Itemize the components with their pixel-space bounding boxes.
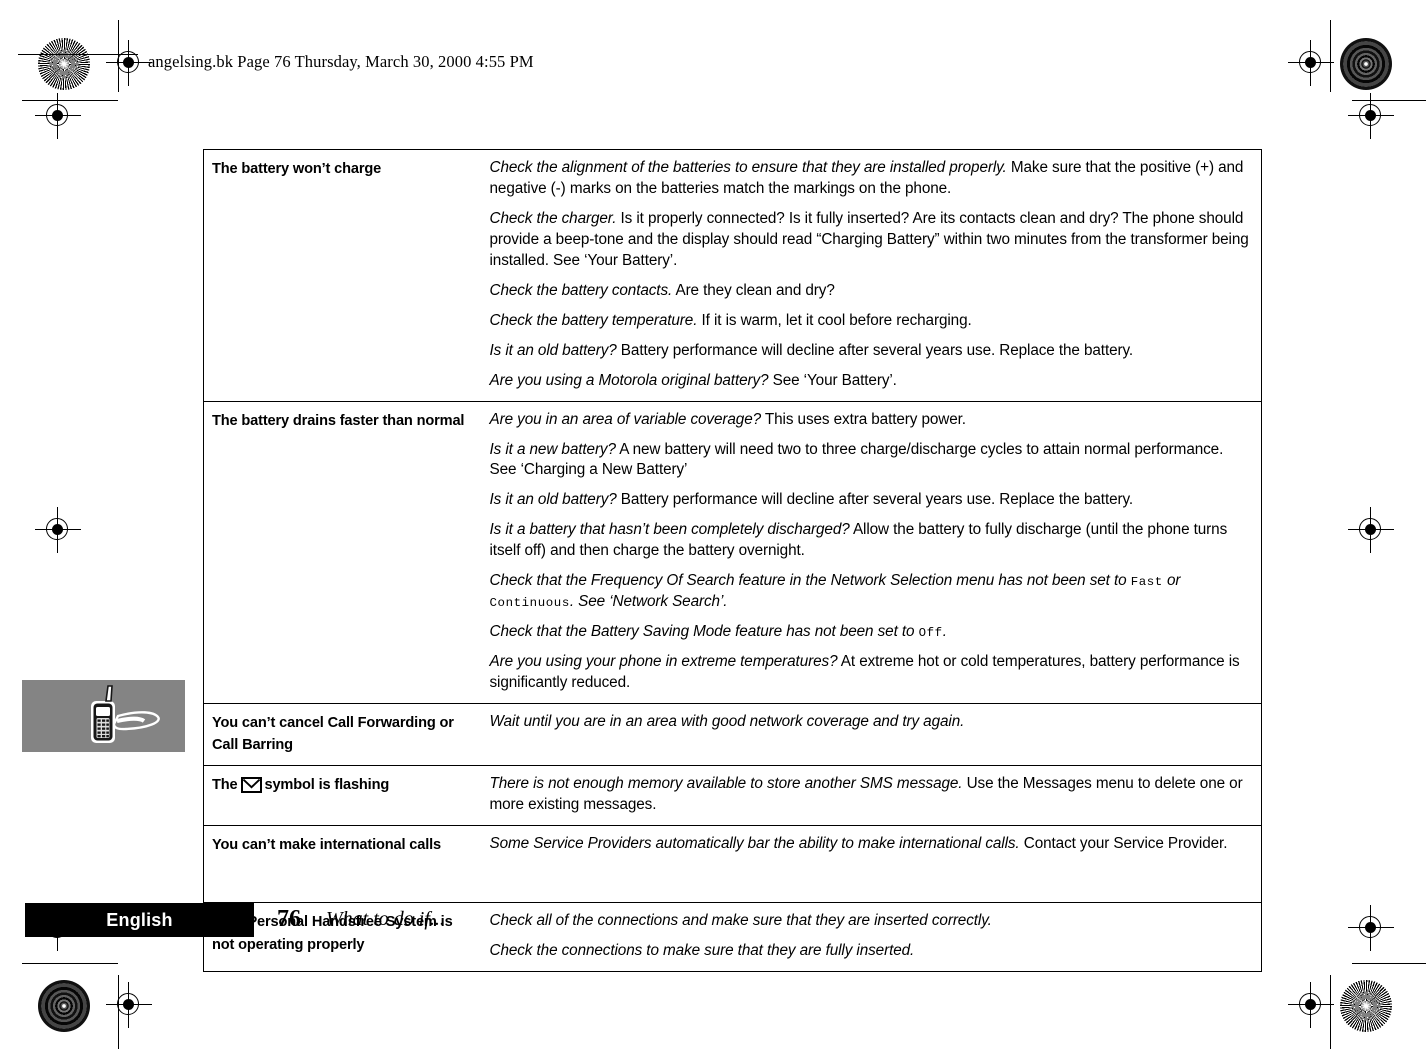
mobile-phone-icon — [91, 685, 160, 743]
solution-lead: Check that the Frequency Of Search featu… — [489, 572, 1131, 590]
registration-crosshair-right-middle — [1348, 507, 1394, 553]
crop-mark-vertical-left-bottom — [118, 975, 120, 1049]
symptom-cell: The battery won’t charge — [203, 149, 486, 402]
solution-rest: Contact your Service Provider. — [1019, 835, 1228, 853]
solution-lead: Check the battery contacts. — [489, 281, 673, 299]
crop-mark-vertical-right-bottom — [1330, 975, 1332, 1049]
solution-paragraph: Is it an old battery? Battery performanc… — [490, 341, 1252, 362]
registration-target-bottom-left — [38, 980, 90, 1032]
solution-paragraph: Is it a battery that hasn’t been complet… — [490, 520, 1252, 562]
solution-cell: Are you in an area of variable coverage?… — [485, 400, 1262, 705]
crop-mark-horizontal-bottom-left — [22, 963, 118, 965]
solution-lead: Is it a new battery? — [489, 440, 616, 458]
solution-paragraph: Check that the Frequency Of Search featu… — [490, 571, 1252, 613]
solution-lead: Check the battery temperature. — [489, 311, 698, 329]
setting-value-continuous: Continuous — [489, 596, 570, 611]
solution-paragraph: Some Service Providers automatically bar… — [490, 834, 1252, 855]
solution-paragraph: Check the charger. Is it properly connec… — [490, 209, 1252, 272]
file-slug-line: angelsing.bk Page 76 Thursday, March 30,… — [148, 52, 534, 71]
solution-lead: Check all of the connections and make su… — [489, 912, 992, 930]
solution-cell: There is not enough memory available to … — [485, 765, 1262, 827]
symptom-cell: The battery drains faster than normal — [203, 400, 486, 705]
solution-cell: Wait until you are in an area with good … — [485, 703, 1262, 767]
solution-cell: Some Service Providers automatically bar… — [485, 825, 1262, 904]
crop-mark-horizontal-bottom-right — [1352, 963, 1426, 965]
language-tab-label: English — [106, 909, 173, 930]
solution-rest: This uses extra battery power. — [761, 410, 966, 428]
troubleshooting-table: The battery won’t charge Check the align… — [203, 149, 1262, 973]
solution-cell: Check all of the connections and make su… — [485, 902, 1262, 973]
symptom-cell: The symbol is flashing — [203, 765, 486, 827]
solution-tail: . See ‘Network Search’. — [569, 593, 728, 611]
crop-mark-vertical-left — [118, 20, 120, 92]
solution-rest: See ‘Your Battery’. — [768, 371, 897, 389]
solution-paragraph: Are you using your phone in extreme temp… — [490, 652, 1252, 694]
solution-lead: Are you using your phone in extreme temp… — [489, 653, 838, 671]
solution-rest: Are they clean and dry? — [672, 281, 835, 299]
solution-cell: Check the alignment of the batteries to … — [485, 149, 1262, 402]
solution-paragraph: Check all of the connections and make su… — [490, 911, 1252, 932]
solution-lead: Check the charger. — [489, 209, 617, 227]
crop-mark-vertical-right — [1330, 20, 1332, 92]
solution-paragraph: Are you using a Motorola original batter… — [490, 371, 1252, 392]
solution-paragraph: Is it an old battery? Battery performanc… — [490, 490, 1252, 511]
solution-conjunction: or — [1162, 572, 1181, 590]
registration-crosshair-bottom-right-inner — [1288, 982, 1334, 1028]
setting-value-fast: Fast — [1130, 575, 1163, 590]
solution-lead: Check the connections to make sure that … — [489, 942, 915, 960]
solution-lead: Are you using a Motorola original batter… — [489, 371, 769, 389]
solution-paragraph: Check the battery temperature. If it is … — [490, 311, 1252, 332]
solution-rest: Battery performance will decline after s… — [616, 491, 1134, 509]
solution-lead: Check that the Battery Saving Mode featu… — [489, 623, 919, 641]
solution-paragraph: Check that the Battery Saving Mode featu… — [490, 622, 1252, 643]
crop-mark-vertical-left-lower — [57, 93, 59, 133]
symptom-cell: You can’t make international calls — [203, 825, 486, 904]
table-row: The battery drains faster than normal Ar… — [203, 400, 1262, 705]
solution-lead: There is not enough memory available to … — [489, 775, 963, 793]
margin-phone-figure — [22, 680, 185, 752]
solution-tail: . — [942, 623, 947, 641]
solution-lead: Some Service Providers automatically bar… — [489, 835, 1020, 853]
solution-paragraph: Wait until you are in an area with good … — [490, 712, 1252, 733]
page-number: 76 — [277, 906, 301, 932]
registration-crosshair-top-right-inner — [1288, 40, 1334, 86]
solution-paragraph: Check the alignment of the batteries to … — [490, 158, 1252, 200]
solution-lead: Wait until you are in an area with good … — [489, 713, 965, 731]
solution-lead: Is it an old battery? — [489, 491, 617, 509]
registration-crosshair-right-top — [1348, 93, 1394, 139]
solution-paragraph: Are you in an area of variable coverage?… — [490, 410, 1252, 431]
slug-rule — [18, 54, 138, 56]
solution-lead: Check the alignment of the batteries to … — [489, 159, 1007, 176]
solution-paragraph: Is it a new battery? A new battery will … — [490, 440, 1252, 482]
symptom-text-suffix: symbol is flashing — [264, 777, 390, 794]
solution-lead: Is it a battery that hasn’t been complet… — [489, 521, 850, 539]
registration-target-top-right — [1340, 38, 1392, 90]
table-row: The symbol is flashing There is not enoug… — [203, 765, 1262, 827]
solution-paragraph: There is not enough memory available to … — [490, 774, 1252, 816]
solution-lead: Is it an old battery? — [489, 341, 617, 359]
setting-value-off: Off — [918, 626, 943, 641]
solution-lead: Are you in an area of variable coverage? — [489, 410, 762, 428]
registration-crosshair-top-left-inner — [106, 40, 152, 86]
table-row: The battery won’t charge Check the align… — [203, 149, 1262, 402]
solution-paragraph: Check the battery contacts. Are they cle… — [490, 281, 1252, 302]
language-tab: English — [25, 903, 254, 937]
solution-paragraph: Check the connections to make sure that … — [490, 941, 1252, 962]
symptom-cell: You can’t cancel Call Forwarding or Call… — [203, 703, 486, 767]
symptom-text-prefix: The — [212, 777, 238, 794]
registration-burst-top-left — [38, 38, 90, 90]
running-head: What to do if... — [326, 908, 445, 930]
registration-burst-bottom-right — [1340, 980, 1392, 1032]
registration-crosshair-right-bottom — [1348, 905, 1394, 951]
registration-crosshair-left-middle — [35, 507, 81, 553]
table-row: You can’t make international calls Some … — [203, 825, 1262, 904]
solution-rest: If it is warm, let it cool before rechar… — [697, 311, 972, 329]
table-row: You can’t cancel Call Forwarding or Call… — [203, 703, 1262, 767]
registration-crosshair-bottom-left-inner — [106, 982, 152, 1028]
solution-rest: Battery performance will decline after s… — [616, 341, 1134, 359]
envelope-icon — [240, 777, 262, 800]
